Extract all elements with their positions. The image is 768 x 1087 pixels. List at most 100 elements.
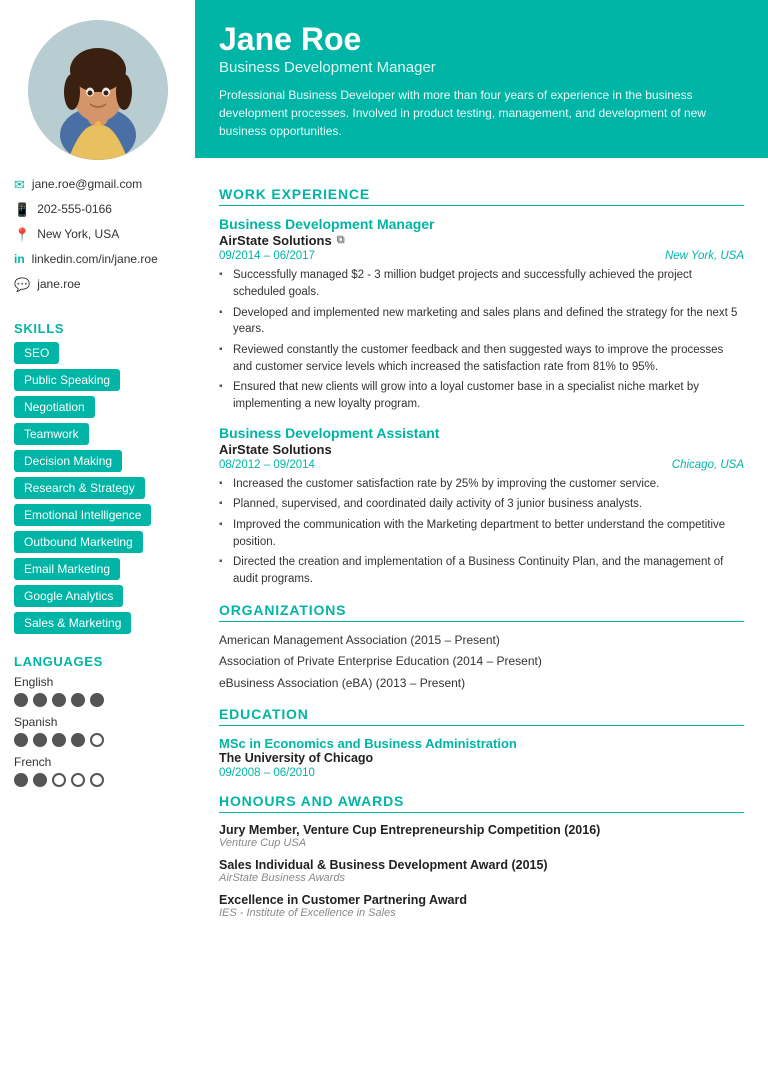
language-dot — [14, 733, 28, 747]
skill-badge: Email Marketing — [14, 558, 120, 580]
skills-list: SEOPublic SpeakingNegotiationTeamworkDec… — [0, 342, 195, 644]
language-name: English — [14, 675, 181, 689]
edu-list: MSc in Economics and Business Administra… — [219, 736, 744, 779]
edu-degree: MSc in Economics and Business Administra… — [219, 736, 744, 751]
language-item: English — [14, 675, 181, 707]
award-title: Jury Member, Venture Cup Entrepreneurshi… — [219, 823, 744, 837]
language-item: French — [14, 755, 181, 787]
work-section-title: WORK EXPERIENCE — [219, 186, 744, 206]
email-text: jane.roe@gmail.com — [32, 176, 142, 193]
job-bullet: Reviewed constantly the customer feedbac… — [219, 342, 744, 375]
language-dot — [52, 773, 66, 787]
language-name: French — [14, 755, 181, 769]
language-dot — [14, 773, 28, 787]
honours-list: Jury Member, Venture Cup Entrepreneurshi… — [219, 823, 744, 919]
linkedin-icon: in — [14, 252, 25, 266]
language-item: Spanish — [14, 715, 181, 747]
edu-date: 09/2008 – 06/2010 — [219, 767, 744, 779]
award-org: AirState Business Awards — [219, 872, 744, 884]
job-bullet: Planned, supervised, and coordinated dai… — [219, 496, 744, 513]
external-link-icon[interactable]: ⧉ — [337, 234, 345, 247]
job-bullet: Increased the customer satisfaction rate… — [219, 476, 744, 493]
language-dot — [33, 733, 47, 747]
location-text: New York, USA — [37, 226, 119, 243]
job-bullet: Developed and implemented new marketing … — [219, 305, 744, 338]
person-summary: Professional Business Developer with mor… — [219, 86, 744, 140]
language-dots — [14, 773, 181, 787]
org-item: eBusiness Association (eBA) (2013 – Pres… — [219, 675, 744, 692]
language-dot — [71, 733, 85, 747]
award-entry: Jury Member, Venture Cup Entrepreneurshi… — [219, 823, 744, 849]
job-location: Chicago, USA — [672, 459, 744, 471]
language-dot — [52, 693, 66, 707]
avatar — [28, 20, 168, 160]
job-company: AirState Solutions⧉ — [219, 233, 744, 248]
skype-icon: 💬 — [14, 277, 30, 293]
skype-item: 💬 jane.roe — [14, 276, 181, 293]
phone-icon: 📱 — [14, 202, 30, 218]
phone-item: 📱 202-555-0166 — [14, 201, 181, 218]
language-dot — [90, 773, 104, 787]
job-location: New York, USA — [665, 250, 744, 262]
main-sections: WORK EXPERIENCE Business Development Man… — [195, 158, 768, 1087]
language-dot — [33, 773, 47, 787]
contact-section: ✉ jane.roe@gmail.com 📱 202-555-0166 📍 Ne… — [0, 176, 195, 311]
skill-badge: Decision Making — [14, 450, 122, 472]
resume-container: ✉ jane.roe@gmail.com 📱 202-555-0166 📍 Ne… — [0, 0, 768, 1087]
org-section-title: ORGANIZATIONS — [219, 602, 744, 622]
org-item: Association of Private Enterprise Educat… — [219, 653, 744, 670]
phone-text: 202-555-0166 — [37, 201, 112, 218]
job-bullet: Directed the creation and implementation… — [219, 554, 744, 587]
job-title: Business Development Manager — [219, 216, 744, 232]
email-icon: ✉ — [14, 177, 25, 193]
job-meta: 09/2014 – 06/2017 New York, USA — [219, 250, 744, 262]
job-date: 09/2014 – 06/2017 — [219, 250, 315, 262]
job-bullets: Increased the customer satisfaction rate… — [219, 476, 744, 588]
job-entry: Business Development ManagerAirState Sol… — [219, 216, 744, 412]
edu-section-title: EDUCATION — [219, 706, 744, 726]
award-title: Excellence in Customer Partnering Award — [219, 893, 744, 907]
language-dot — [90, 693, 104, 707]
edu-entry: MSc in Economics and Business Administra… — [219, 736, 744, 779]
language-dots — [14, 693, 181, 707]
job-meta: 08/2012 – 09/2014 Chicago, USA — [219, 459, 744, 471]
linkedin-item: in linkedin.com/in/jane.roe — [14, 251, 181, 268]
languages-section: English Spanish French — [0, 675, 195, 805]
skill-badge: Research & Strategy — [14, 477, 145, 499]
skill-badge: Outbound Marketing — [14, 531, 143, 553]
location-item: 📍 New York, USA — [14, 226, 181, 243]
job-title: Business Development Assistant — [219, 425, 744, 441]
org-item: American Management Association (2015 – … — [219, 632, 744, 649]
skype-text: jane.roe — [37, 276, 80, 293]
skill-badge: Sales & Marketing — [14, 612, 131, 634]
job-entry: Business Development AssistantAirState S… — [219, 425, 744, 588]
main-content: Jane Roe Business Development Manager Pr… — [195, 0, 768, 1087]
sidebar: ✉ jane.roe@gmail.com 📱 202-555-0166 📍 Ne… — [0, 0, 195, 1087]
award-org: IES - Institute of Excellence in Sales — [219, 907, 744, 919]
skill-badge: Negotiation — [14, 396, 95, 418]
award-entry: Excellence in Customer Partnering AwardI… — [219, 893, 744, 919]
header: Jane Roe Business Development Manager Pr… — [195, 0, 768, 158]
skill-badge: Teamwork — [14, 423, 89, 445]
language-dot — [71, 773, 85, 787]
language-dot — [52, 733, 66, 747]
award-title: Sales Individual & Business Development … — [219, 858, 744, 872]
job-date: 08/2012 – 09/2014 — [219, 459, 315, 471]
job-bullets: Successfully managed $2 - 3 million budg… — [219, 267, 744, 412]
language-dot — [71, 693, 85, 707]
person-name: Jane Roe — [219, 22, 744, 57]
orgs-list: American Management Association (2015 – … — [219, 632, 744, 692]
job-bullet: Improved the communication with the Mark… — [219, 517, 744, 550]
language-dot — [14, 693, 28, 707]
languages-section-title: LANGUAGES — [0, 644, 195, 675]
location-icon: 📍 — [14, 227, 30, 243]
job-bullet: Ensured that new clients will grow into … — [219, 379, 744, 412]
edu-school: The University of Chicago — [219, 751, 744, 765]
language-dot — [33, 693, 47, 707]
skill-badge: Google Analytics — [14, 585, 123, 607]
language-dots — [14, 733, 181, 747]
award-org: Venture Cup USA — [219, 837, 744, 849]
job-company: AirState Solutions — [219, 442, 744, 457]
person-title: Business Development Manager — [219, 59, 744, 76]
email-item: ✉ jane.roe@gmail.com — [14, 176, 181, 193]
